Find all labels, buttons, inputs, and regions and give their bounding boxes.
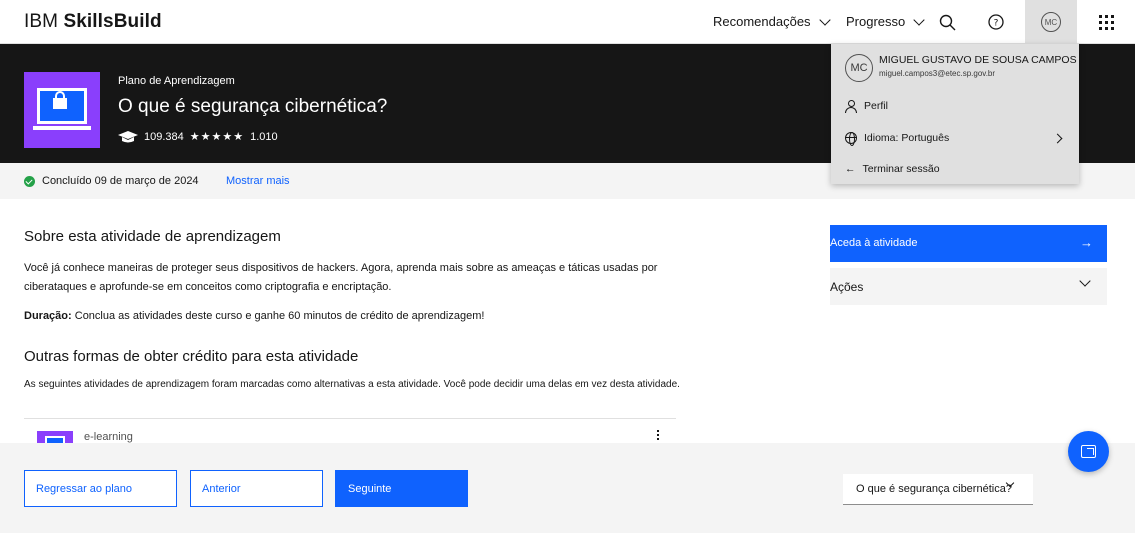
actions-accordion[interactable]: Ações — [830, 268, 1107, 305]
divider — [24, 418, 676, 419]
language-label: Idioma: Português — [864, 132, 950, 144]
alternatives-heading: Outras formas de obter crédito para esta… — [24, 348, 359, 365]
logout-label: Terminar sessão — [862, 163, 940, 175]
nav-progress-label: Progresso — [846, 14, 906, 29]
duration-label: Duração: — [24, 310, 72, 322]
brand-skillsbuild: SkillsBuild — [63, 11, 162, 32]
profile-link-label: Perfil — [864, 100, 888, 112]
access-activity-button[interactable]: Aceda à atividade → — [830, 225, 1107, 262]
rating-count: 1.010 — [250, 130, 278, 143]
duration-text: Duração: Conclua as atividades deste cur… — [24, 307, 694, 326]
about-description: Você já conhece maneiras de proteger seu… — [24, 262, 658, 293]
about-heading: Sobre esta atividade de aprendizagem — [24, 228, 281, 245]
hero-eyebrow: Plano de Aprendizagem — [118, 75, 235, 87]
profile-link[interactable]: Perfil — [845, 100, 888, 113]
language-menu[interactable]: Idioma: Português — [845, 132, 950, 146]
logout-link[interactable]: ← Terminar sessão — [845, 163, 940, 175]
app-switcher-button[interactable] — [1086, 0, 1126, 44]
completion-status: Concluído 09 de março de 2024 — [42, 175, 199, 187]
chat-icon — [1081, 445, 1096, 458]
access-activity-label: Aceda à atividade — [830, 237, 918, 249]
search-icon — [939, 14, 955, 30]
activity-select-value: O que é segurança cibernética? — [856, 483, 1012, 495]
help-icon: ? — [988, 14, 1004, 30]
previous-button[interactable]: Anterior — [190, 470, 323, 507]
user-icon — [845, 100, 857, 113]
nav-recommendations[interactable]: Recomendações — [713, 13, 831, 29]
brand-logo[interactable]: IBM SkillsBuild — [24, 11, 162, 33]
chevron-down-icon — [913, 13, 925, 26]
top-header: IBM SkillsBuild Recomendações Progresso … — [0, 0, 1135, 44]
help-button[interactable]: ? — [976, 0, 1016, 44]
profile-dropdown: MC MIGUEL GUSTAVO DE SOUSA CAMPOS miguel… — [831, 44, 1079, 184]
user-email: miguel.campos3@etec.sp.gov.br — [879, 69, 996, 78]
arrow-left-icon: ← — [845, 163, 856, 175]
app-switcher-icon — [1098, 14, 1114, 30]
svg-text:?: ? — [994, 19, 999, 29]
hero-stats: 109.384 ★★★★★ 1.010 — [118, 130, 278, 143]
profile-button[interactable]: MC — [1025, 0, 1077, 44]
checkmark-icon — [24, 176, 35, 187]
nav-progress[interactable]: Progresso — [846, 13, 925, 29]
nav-recommendations-label: Recomendações — [713, 14, 811, 29]
actions-label: Ações — [830, 280, 864, 294]
activity-select[interactable]: O que é segurança cibernética? — [843, 474, 1033, 505]
page-title: O que é segurança cibernética? — [118, 96, 388, 117]
avatar: MC — [1041, 12, 1061, 32]
next-button[interactable]: Seguinte — [335, 470, 468, 507]
page: IBM SkillsBuild Recomendações Progresso … — [0, 0, 1135, 533]
globe-icon — [845, 132, 857, 146]
duration-value: Conclua as atividades deste curso e ganh… — [71, 310, 485, 322]
overflow-menu-icon[interactable] — [656, 430, 660, 440]
back-to-plan-button[interactable]: Regressar ao plano — [24, 470, 177, 507]
rating-stars-icon: ★★★★★ — [189, 131, 245, 143]
activity-thumbnail — [24, 72, 100, 148]
alternatives-description: As seguintes atividades de aprendizagem … — [24, 379, 680, 390]
alternative-type: e-learning — [84, 431, 133, 443]
show-more-link[interactable]: Mostrar mais — [226, 175, 290, 187]
chevron-right-icon — [1052, 133, 1063, 144]
learner-count: 109.384 — [144, 130, 184, 143]
chat-button[interactable] — [1068, 431, 1109, 472]
avatar: MC — [845, 54, 873, 82]
brand-ibm: IBM — [24, 11, 64, 32]
chevron-down-icon — [1079, 275, 1091, 287]
graduation-cap-icon — [118, 130, 138, 142]
user-name: MIGUEL GUSTAVO DE SOUSA CAMPOS — [879, 54, 1077, 66]
chevron-down-icon — [818, 13, 831, 26]
search-button[interactable] — [927, 0, 967, 44]
arrow-right-icon: → — [1080, 235, 1093, 250]
